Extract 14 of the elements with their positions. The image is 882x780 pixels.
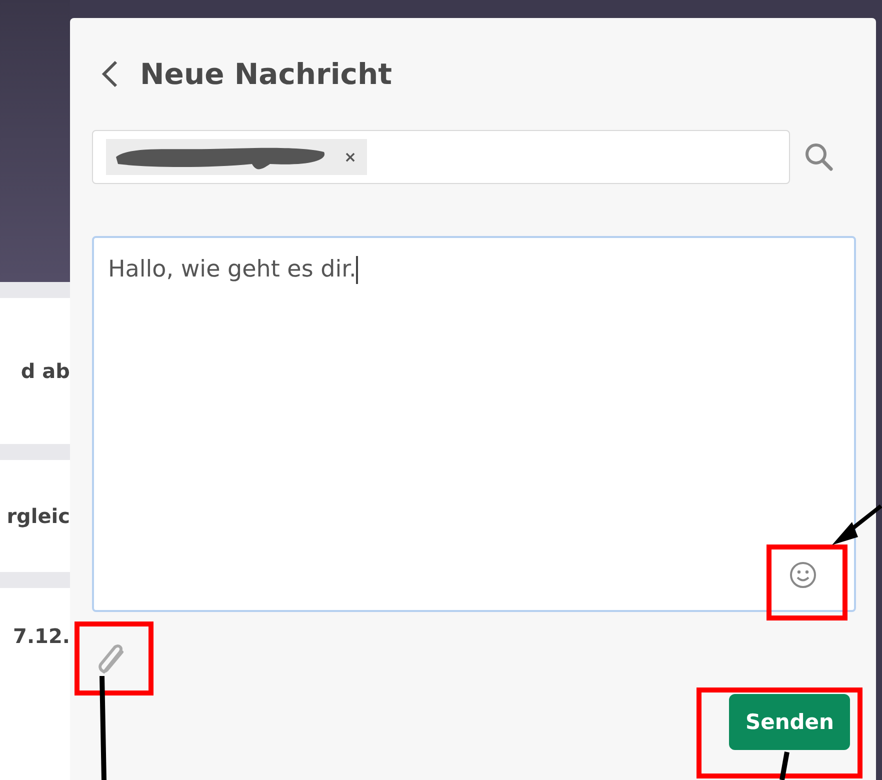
- search-icon[interactable]: [804, 142, 834, 172]
- list-item-text: rgleic: [6, 504, 70, 528]
- dialog-title: Neue Nachricht: [140, 57, 392, 91]
- message-field[interactable]: Hallo, wie geht es dir.: [92, 236, 856, 612]
- annotation-line: [780, 752, 790, 780]
- back-icon[interactable]: [100, 59, 120, 89]
- message-text: Hallo, wie geht es dir.: [108, 256, 356, 282]
- remove-chip-button[interactable]: ×: [344, 148, 357, 166]
- smiley-icon[interactable]: [788, 560, 818, 590]
- send-button[interactable]: Senden: [729, 694, 850, 750]
- recipient-field[interactable]: ×: [92, 130, 790, 184]
- list-item-text: 7.12.: [13, 624, 70, 648]
- list-item-text: d ab: [20, 359, 70, 383]
- annotation-arrow: [832, 504, 882, 545]
